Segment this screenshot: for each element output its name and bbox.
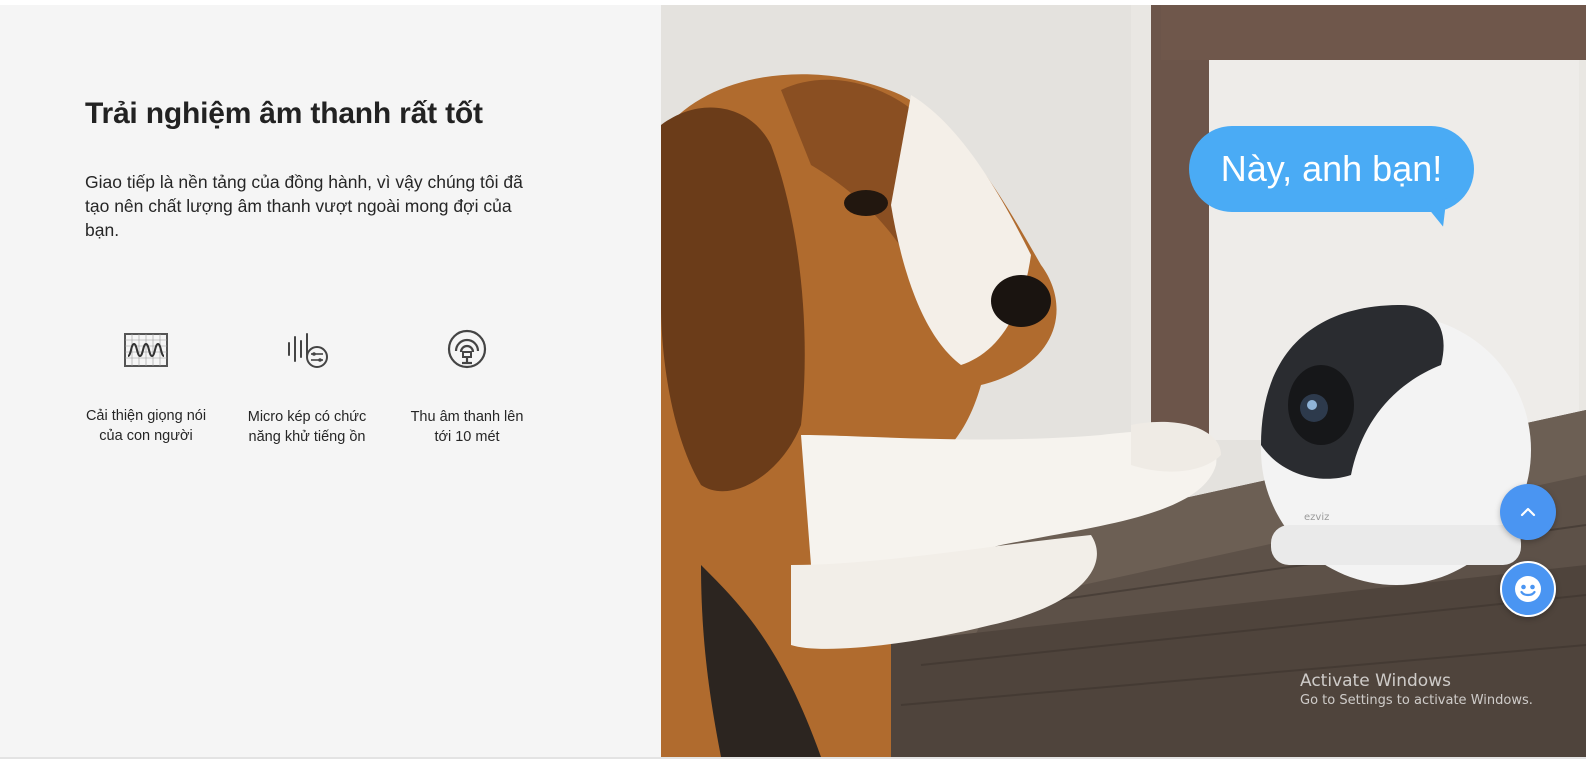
watermark-subtitle: Go to Settings to activate Windows. <box>1300 693 1533 708</box>
section-description: Giao tiếp là nền tảng của đồng hành, vì … <box>85 172 523 240</box>
feature-voice-enhancement: Cải thiện giọng nói của con người <box>81 325 211 446</box>
feature-label: Cải thiện giọng nói của con người <box>85 408 207 444</box>
feature-label: Thu âm thanh lên tới 10 mét <box>410 409 524 445</box>
dual-microphone-noise-cancel-icon <box>288 333 328 368</box>
section-heading: Trải nghiệm âm thanh rất tốt <box>85 97 483 130</box>
speech-bubble: Này, anh bạn! <box>1189 126 1474 212</box>
hero-image-panel: ezviz Này, anh bạn! Activate Windows Go … <box>661 5 1586 757</box>
activate-windows-watermark: Activate Windows Go to Settings to activ… <box>1300 670 1533 710</box>
dog-and-camera-photo: ezviz <box>661 5 1586 757</box>
audio-features-panel: Trải nghiệm âm thanh rất tốt Giao tiếp l… <box>0 5 661 757</box>
scroll-to-top-button[interactable] <box>1500 484 1556 540</box>
feature-label: Micro kép có chức năng khử tiếng ồn <box>247 409 367 445</box>
section-divider <box>0 757 1586 759</box>
camera-brand-logo: ezviz <box>1304 512 1329 523</box>
smiley-chat-icon <box>1515 576 1541 602</box>
chevron-up-icon <box>1520 507 1536 517</box>
sound-pickup-range-icon <box>447 329 487 369</box>
chat-support-button[interactable] <box>1500 561 1556 617</box>
feature-dual-microphone: Micro kép có chức năng khử tiếng ồn <box>242 325 372 447</box>
page: Trải nghiệm âm thanh rất tốt Giao tiếp l… <box>0 5 1586 757</box>
watermark-title: Activate Windows <box>1300 671 1451 691</box>
feature-pickup-range: Thu âm thanh lên tới 10 mét <box>402 325 532 447</box>
voice-waveform-icon <box>124 333 168 367</box>
